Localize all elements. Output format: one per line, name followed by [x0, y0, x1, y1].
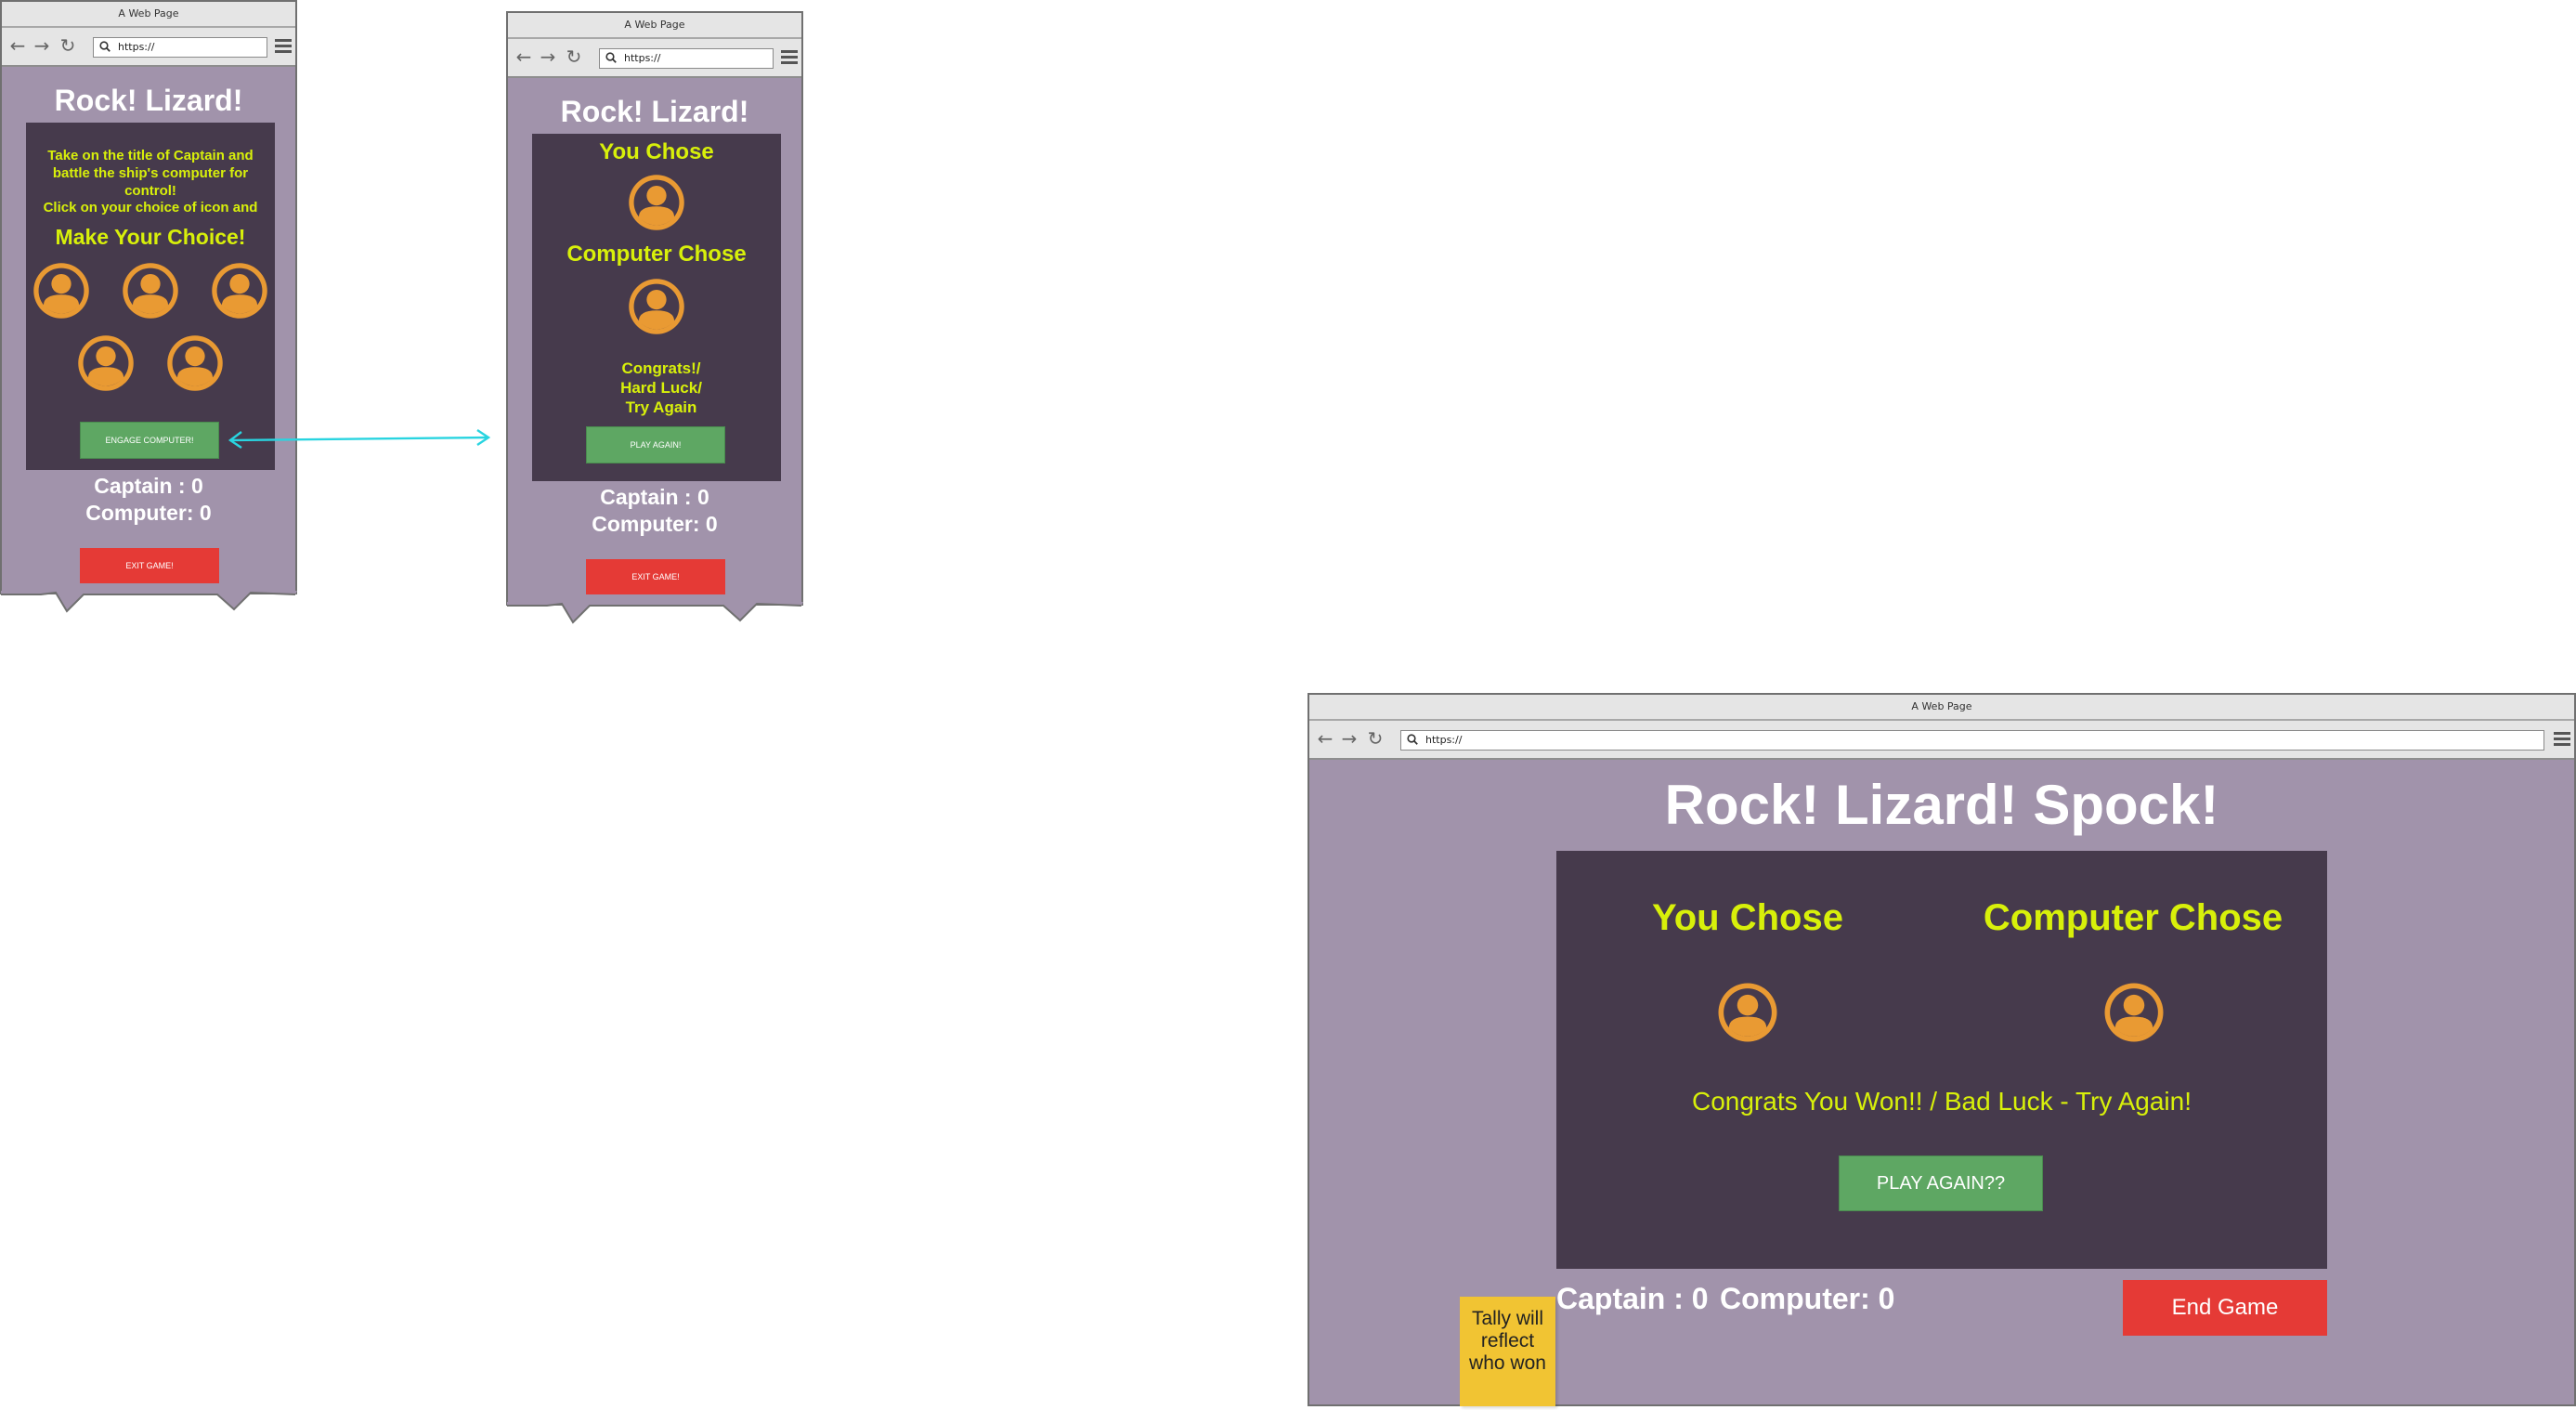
reload-icon[interactable]: ↻ [1365, 728, 1386, 749]
torn-edge [1, 591, 297, 613]
player-choice-avatar-icon [1714, 979, 1781, 1046]
spock-choice-avatar-icon[interactable] [163, 332, 227, 395]
exit-game-button[interactable]: EXIT GAME! [586, 559, 725, 594]
menu-icon[interactable] [2554, 732, 2570, 747]
page-content: Rock! Lizard! Spock! You Chose Computer … [508, 78, 801, 604]
you-chose-label: You Chose [599, 139, 714, 164]
window-title: A Web Page [1309, 695, 2574, 721]
back-arrow-icon[interactable]: ← [7, 35, 28, 56]
reload-icon[interactable]: ↻ [58, 35, 78, 56]
paper-choice-avatar-icon[interactable] [119, 259, 182, 322]
computer-score: Computer: 0 [85, 501, 212, 525]
engage-computer-button[interactable]: ENGAGE COMPUTER! [80, 422, 219, 459]
browser-toolbar: ← → ↻ https:// [508, 39, 801, 78]
menu-icon[interactable] [781, 50, 798, 65]
game-panel: You Chose Computer Chose Congrats!/ Hard… [532, 134, 781, 481]
computer-chose-label: Computer Chose [1983, 897, 2283, 938]
captain-score: Captain : 0 [94, 474, 203, 498]
window-title: A Web Page [508, 13, 801, 39]
url-field[interactable]: https:// [93, 37, 267, 58]
play-again-button[interactable]: PLAY AGAIN?? [1839, 1155, 2043, 1211]
sticky-note-line-1: Tally will [1471, 1308, 1543, 1329]
sticky-note-line-3: who won [1469, 1352, 1546, 1374]
lizard-choice-avatar-icon[interactable] [74, 332, 137, 395]
search-icon [99, 41, 111, 52]
instruction-text: Click on your choice of icon and [43, 200, 258, 215]
forward-arrow-icon[interactable]: → [1339, 728, 1360, 749]
result-line-1: Congrats!/ [621, 359, 701, 377]
search-icon [1407, 734, 1418, 745]
computer-chose-label: Computer Chose [566, 242, 747, 267]
url-text: https:// [624, 52, 661, 64]
url-field[interactable]: https:// [599, 48, 774, 69]
page-title: Rock! Lizard! Spock! [1664, 774, 2219, 836]
make-choice-prompt: Make Your Choice! [55, 225, 246, 249]
you-chose-label: You Chose [1652, 897, 1843, 938]
computer-choice-avatar-icon [2101, 979, 2167, 1046]
forward-arrow-icon[interactable]: → [32, 35, 52, 56]
back-arrow-icon[interactable]: ← [514, 46, 534, 67]
computer-choice-avatar-icon [625, 275, 688, 338]
end-game-button[interactable]: End Game [2123, 1280, 2327, 1336]
url-field[interactable]: https:// [1400, 730, 2544, 751]
player-choice-avatar-icon [625, 171, 688, 234]
result-line-2: Hard Luck/ [620, 379, 702, 397]
play-again-button[interactable]: PLAY AGAIN! [586, 426, 725, 463]
flow-connector-arrow [228, 429, 491, 449]
url-text: https:// [118, 41, 155, 53]
page-content: Rock! Lizard! Spock! Take on the title o… [2, 67, 295, 593]
result-message: Congrats You Won!! / Bad Luck - Try Agai… [1691, 1087, 2192, 1116]
back-arrow-icon[interactable]: ← [1315, 728, 1335, 749]
computer-score: Computer: 0 [592, 512, 718, 536]
scissors-choice-avatar-icon[interactable] [208, 259, 271, 322]
forward-arrow-icon[interactable]: → [538, 46, 558, 67]
captain-score: Captain : 0 [1556, 1282, 1709, 1315]
game-panel: You Chose Computer Chose Congrats You Wo… [1556, 851, 2327, 1269]
game-panel: Take on the title of Captain and battle … [26, 123, 275, 470]
sticky-note-line-2: reflect [1480, 1330, 1535, 1351]
result-line-3: Try Again [625, 398, 697, 416]
reload-icon[interactable]: ↻ [564, 46, 584, 67]
url-text: https:// [1425, 734, 1463, 746]
browser-toolbar: ← → ↻ https:// [2, 28, 295, 67]
captain-score: Captain : 0 [600, 485, 709, 509]
rock-choice-avatar-icon[interactable] [30, 259, 93, 322]
intro-text: Take on the title of Captain and battle … [47, 148, 254, 199]
window-title: A Web Page [2, 2, 295, 28]
browser-toolbar: ← → ↻ https:// [1309, 721, 2574, 760]
mobile-start-browser: A Web Page ← → ↻ https:// Rock! Lizard! … [0, 0, 297, 594]
computer-score: Computer: 0 [1720, 1282, 1895, 1315]
menu-icon[interactable] [275, 39, 292, 54]
mobile-result-browser: A Web Page ← → ↻ https:// Rock! Lizard! … [506, 11, 803, 606]
exit-game-button[interactable]: EXIT GAME! [80, 548, 219, 583]
torn-edge [507, 602, 803, 624]
search-icon [605, 52, 617, 63]
sticky-note: Tally will reflect who won [1460, 1297, 1555, 1406]
